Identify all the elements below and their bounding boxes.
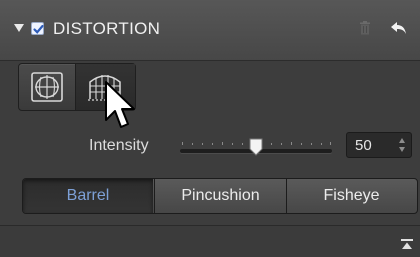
undo-arrow-icon[interactable]	[390, 20, 408, 36]
intensity-label: Intensity	[89, 137, 149, 154]
spherize-grid-icon	[31, 72, 63, 102]
trash-icon[interactable]	[359, 21, 371, 35]
collapse-all-icon[interactable]	[400, 238, 414, 251]
distortion-type-segmented-control: Barrel Pincushion Fisheye	[22, 178, 418, 214]
enable-checkbox[interactable]	[31, 22, 44, 35]
bottom-bar	[0, 226, 420, 257]
stepper-arrows-icon[interactable]	[398, 137, 406, 153]
panel-title: DISTORTION	[53, 19, 161, 38]
fisheye-option[interactable]: Fisheye	[286, 179, 417, 213]
intensity-value-field[interactable]: 50	[346, 132, 412, 158]
triangle-down-icon[interactable]	[14, 24, 24, 32]
barrel-option[interactable]: Barrel	[23, 179, 153, 213]
panel-header: DISTORTION	[0, 0, 420, 61]
mouse-pointer-icon	[105, 81, 135, 128]
spherize-mode-button[interactable]	[19, 64, 76, 110]
checkmark-icon	[33, 24, 44, 34]
pincushion-option[interactable]: Pincushion	[154, 179, 287, 213]
slider-thumb[interactable]	[249, 138, 263, 156]
intensity-value: 50	[355, 137, 372, 154]
